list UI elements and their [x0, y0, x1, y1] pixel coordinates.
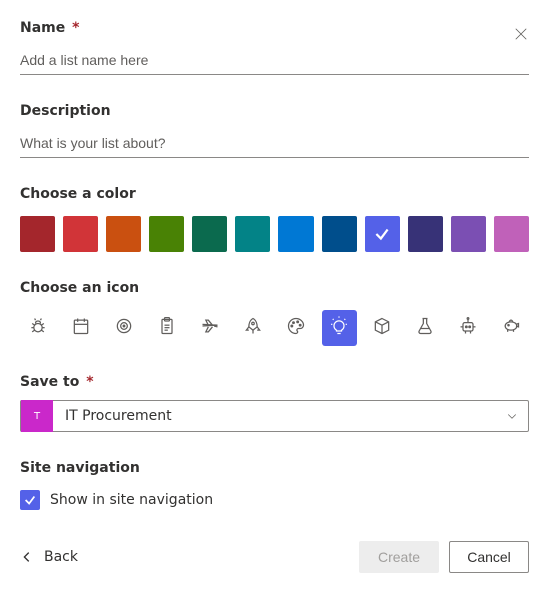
icon-option-target[interactable] — [106, 310, 141, 346]
save-to-selected-label: IT Procurement — [65, 408, 172, 424]
create-list-dialog: Name * Description Choose a color Choose… — [0, 0, 549, 593]
checkmark-icon — [373, 225, 391, 243]
color-swatch-dark-blue[interactable] — [322, 216, 357, 252]
icon-option-rocket[interactable] — [235, 310, 270, 346]
icon-row — [20, 310, 529, 346]
description-field: Description — [20, 103, 529, 158]
calendar-icon — [71, 316, 91, 340]
show-in-nav-checkbox[interactable] — [20, 490, 40, 510]
site-tile: T — [21, 400, 53, 432]
icon-option-piggybank[interactable] — [494, 310, 529, 346]
close-button[interactable] — [511, 24, 531, 44]
dialog-footer: Back Create Cancel — [20, 541, 529, 573]
chevron-down-icon — [506, 410, 518, 422]
back-label: Back — [44, 549, 78, 565]
color-swatch-blue[interactable] — [278, 216, 313, 252]
piggybank-icon — [501, 316, 521, 340]
required-mark: * — [72, 20, 79, 36]
color-swatch-red[interactable] — [63, 216, 98, 252]
cancel-button[interactable]: Cancel — [449, 541, 529, 573]
choose-color-label: Choose a color — [20, 186, 529, 202]
icon-option-bug[interactable] — [20, 310, 55, 346]
icon-option-lightbulb[interactable] — [322, 310, 357, 346]
icon-option-airplane[interactable] — [192, 310, 227, 346]
description-input[interactable] — [20, 129, 529, 158]
save-to-dropdown-content: T IT Procurement — [21, 400, 172, 432]
target-icon — [114, 316, 134, 340]
color-swatch-pink[interactable] — [494, 216, 529, 252]
color-swatch-dark-red[interactable] — [20, 216, 55, 252]
icon-option-clipboard[interactable] — [149, 310, 184, 346]
color-row — [20, 216, 529, 252]
show-in-nav-label: Show in site navigation — [50, 492, 213, 508]
required-mark: * — [86, 374, 93, 390]
bug-icon — [28, 316, 48, 340]
site-navigation-section: Site navigation Show in site navigation — [20, 460, 529, 510]
icon-option-cube[interactable] — [365, 310, 400, 346]
choose-icon-label: Choose an icon — [20, 280, 529, 296]
footer-actions: Create Cancel — [359, 541, 529, 573]
save-to-dropdown[interactable]: T IT Procurement — [20, 400, 529, 432]
checkmark-icon — [23, 493, 37, 507]
name-label-text: Name — [20, 20, 65, 36]
robot-icon — [458, 316, 478, 340]
color-swatch-green[interactable] — [149, 216, 184, 252]
color-swatch-navy[interactable] — [408, 216, 443, 252]
icon-option-robot[interactable] — [451, 310, 486, 346]
name-field: Name * — [20, 20, 529, 75]
save-to-field: Save to * T IT Procurement — [20, 374, 529, 432]
close-icon — [514, 27, 528, 41]
icon-option-calendar[interactable] — [63, 310, 98, 346]
name-label: Name * — [20, 20, 529, 36]
beaker-icon — [415, 316, 435, 340]
airplane-icon — [200, 316, 220, 340]
show-in-nav-row: Show in site navigation — [20, 490, 529, 510]
icon-option-palette[interactable] — [278, 310, 313, 346]
cube-icon — [372, 316, 392, 340]
create-button[interactable]: Create — [359, 541, 439, 573]
color-swatch-dark-green[interactable] — [192, 216, 227, 252]
palette-icon — [286, 316, 306, 340]
lightbulb-icon — [329, 316, 349, 340]
color-swatch-purple[interactable] — [451, 216, 486, 252]
clipboard-icon — [157, 316, 177, 340]
save-to-label-text: Save to — [20, 374, 79, 390]
back-button[interactable]: Back — [20, 549, 78, 565]
description-label: Description — [20, 103, 529, 119]
chevron-left-icon — [20, 550, 34, 564]
color-swatch-orange[interactable] — [106, 216, 141, 252]
color-swatch-periwinkle[interactable] — [365, 216, 400, 252]
color-swatch-teal[interactable] — [235, 216, 270, 252]
icon-option-beaker[interactable] — [408, 310, 443, 346]
site-navigation-label: Site navigation — [20, 460, 529, 476]
rocket-icon — [243, 316, 263, 340]
name-input[interactable] — [20, 46, 529, 75]
save-to-label: Save to * — [20, 374, 529, 390]
